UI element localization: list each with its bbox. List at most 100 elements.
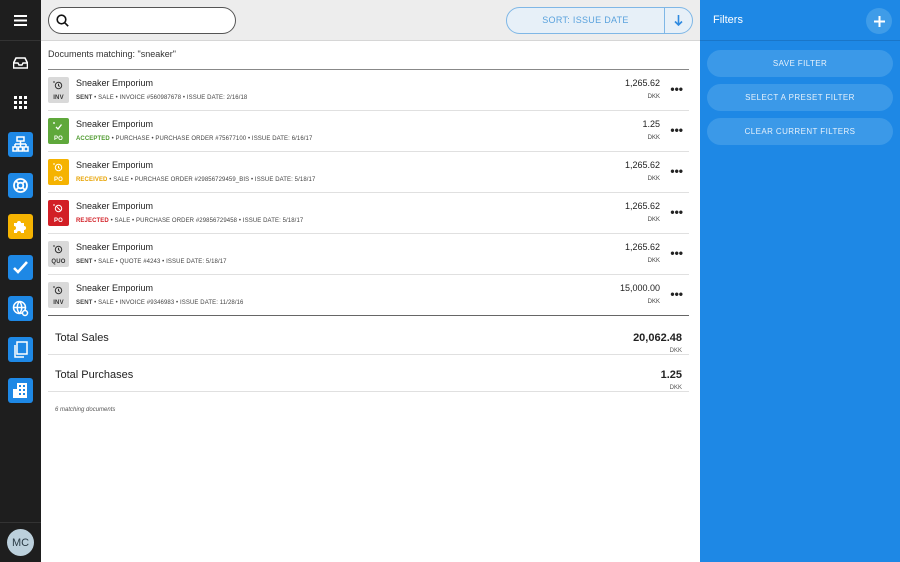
app-tile-documents[interactable]	[8, 337, 33, 362]
badge-label: PO	[53, 177, 64, 183]
currency-label: DKK	[669, 385, 682, 391]
lifebuoy-icon	[13, 178, 28, 193]
building-icon	[13, 383, 27, 398]
select-preset-filter-button[interactable]: SELECT A PRESET FILTER	[707, 84, 893, 111]
customer-name: Sneaker Emporium	[76, 283, 154, 293]
more-options-icon[interactable]: •••	[670, 164, 683, 178]
app-tile-company[interactable]	[8, 378, 33, 403]
document-type-badge: INV	[48, 77, 69, 103]
sort-button[interactable]: SORT: ISSUE DATE	[507, 8, 665, 33]
document-amount: 1,265.62	[624, 160, 660, 170]
document-amount: 1,265.62	[624, 201, 660, 211]
arrow-down-icon	[674, 15, 683, 26]
more-options-icon[interactable]: •••	[670, 246, 683, 260]
currency-label: DKK	[647, 176, 660, 182]
document-details: • SALE • PURCHASE ORDER #29856729458 • I…	[108, 218, 304, 224]
currency-label: DKK	[647, 94, 660, 100]
document-meta: SENT • SALE • INVOICE #9346983 • ISSUE D…	[76, 300, 243, 306]
document-details: • SALE • INVOICE #9346983 • ISSUE DATE: …	[92, 300, 244, 306]
avatar[interactable]: MC	[7, 529, 34, 556]
filters-title: Filters	[713, 14, 743, 26]
document-type-badge: QUO	[48, 241, 69, 267]
currency-label: DKK	[647, 258, 660, 264]
document-row[interactable]: INV Sneaker Emporium SENT • SALE • INVOI…	[48, 70, 689, 111]
grid-apps-icon	[14, 96, 27, 109]
results-heading: Documents matching: "sneaker"	[48, 49, 176, 59]
menu-button[interactable]	[0, 0, 41, 41]
badge-label: PO	[53, 218, 64, 224]
apps-grid-button[interactable]	[0, 82, 41, 123]
plus-icon	[873, 15, 885, 27]
results-pane: Documents matching: "sneaker" INV Sneake…	[41, 41, 700, 562]
document-details: • SALE • PURCHASE ORDER #29856729459_BIS…	[107, 177, 316, 183]
toolbar: SORT: ISSUE DATE	[41, 0, 700, 41]
inbox-button[interactable]	[0, 42, 41, 83]
filters-header: Filters	[700, 0, 900, 41]
checkmark-icon	[13, 261, 28, 274]
clock-icon	[53, 245, 63, 254]
more-options-icon[interactable]: •••	[670, 287, 683, 301]
app-tile-support[interactable]	[8, 173, 33, 198]
globe-gear-icon	[12, 300, 29, 317]
customer-name: Sneaker Emporium	[76, 201, 154, 211]
document-amount: 15,000.00	[619, 283, 660, 293]
search-input[interactable]	[48, 7, 236, 34]
total-sales-row: Total Sales 20,062.48 DKK	[48, 318, 689, 355]
save-filter-button[interactable]: SAVE FILTER	[707, 50, 893, 77]
matching-count: 6 matching documents	[55, 407, 116, 413]
search-icon	[56, 14, 69, 27]
document-row[interactable]: INV Sneaker Emporium SENT • SALE • INVOI…	[48, 275, 689, 316]
more-options-icon[interactable]: •••	[670, 205, 683, 219]
document-amount: 1.25	[642, 119, 660, 129]
check-icon	[53, 122, 63, 130]
clock-icon	[53, 163, 63, 172]
badge-label: INV	[53, 300, 64, 306]
clear-filters-button[interactable]: CLEAR CURRENT FILTERS	[707, 118, 893, 145]
document-row[interactable]: PO Sneaker Emporium REJECTED • SALE • PU…	[48, 193, 689, 234]
document-details: • SALE • INVOICE #560987678 • ISSUE DATE…	[92, 95, 248, 101]
blocked-icon	[53, 204, 63, 213]
currency-label: DKK	[647, 135, 660, 141]
document-amount: 1,265.62	[624, 78, 660, 88]
sort-direction-button[interactable]	[665, 8, 692, 33]
totals-section: Total Sales 20,062.48 DKK Total Purchase…	[48, 318, 689, 392]
status-badge: SENT	[76, 300, 93, 306]
badge-label: INV	[53, 95, 64, 101]
document-type-badge: INV	[48, 282, 69, 308]
app-tile-org[interactable]	[8, 132, 33, 157]
status-badge: SENT	[76, 95, 93, 101]
document-meta: REJECTED • SALE • PURCHASE ORDER #298567…	[76, 218, 303, 224]
total-label: Total Sales	[55, 332, 109, 344]
status-badge: RECEIVED	[76, 177, 108, 183]
app-rail: MC	[0, 0, 41, 562]
total-value: 20,062.48	[633, 332, 682, 344]
clock-icon	[53, 81, 63, 90]
app-tile-integrations[interactable]	[8, 214, 33, 239]
badge-label: QUO	[51, 259, 66, 265]
document-row[interactable]: PO Sneaker Emporium ACCEPTED • PURCHASE …	[48, 111, 689, 152]
app-tile-global-settings[interactable]	[8, 296, 33, 321]
total-label: Total Purchases	[55, 369, 134, 381]
customer-name: Sneaker Emporium	[76, 160, 154, 170]
documents-icon	[14, 341, 28, 358]
document-meta: SENT • SALE • INVOICE #560987678 • ISSUE…	[76, 95, 247, 101]
app-tile-tasks[interactable]	[8, 255, 33, 280]
more-options-icon[interactable]: •••	[670, 123, 683, 137]
document-type-badge: PO	[48, 200, 69, 226]
rail-divider	[0, 522, 41, 523]
puzzle-icon	[14, 221, 26, 233]
document-row[interactable]: PO Sneaker Emporium RECEIVED • SALE • PU…	[48, 152, 689, 193]
inbox-tray-icon	[13, 56, 28, 69]
customer-name: Sneaker Emporium	[76, 78, 154, 88]
customer-name: Sneaker Emporium	[76, 119, 154, 129]
badge-label: PO	[53, 136, 64, 142]
document-amount: 1,265.62	[624, 242, 660, 252]
add-filter-button[interactable]	[866, 8, 892, 34]
customer-name: Sneaker Emporium	[76, 242, 154, 252]
currency-label: DKK	[647, 299, 660, 305]
filters-panel: Filters SAVE FILTER SELECT A PRESET FILT…	[700, 0, 900, 562]
more-options-icon[interactable]: •••	[670, 82, 683, 96]
document-type-badge: PO	[48, 159, 69, 185]
document-list: INV Sneaker Emporium SENT • SALE • INVOI…	[48, 69, 689, 316]
document-row[interactable]: QUO Sneaker Emporium SENT • SALE • QUOTE…	[48, 234, 689, 275]
